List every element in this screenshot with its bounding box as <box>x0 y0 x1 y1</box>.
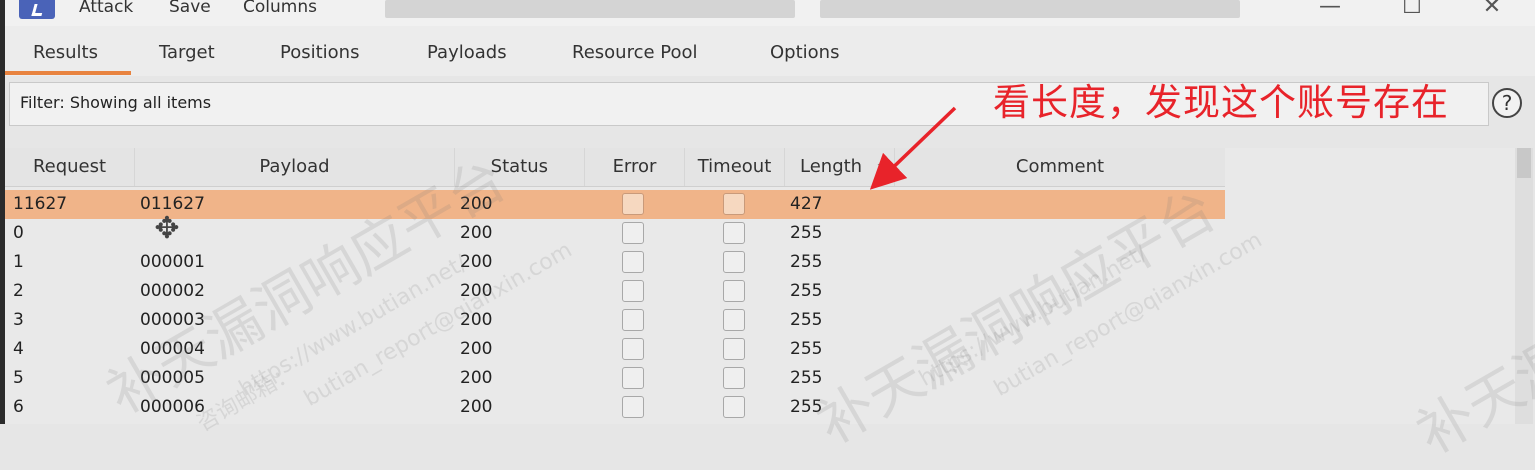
timeout-checkbox <box>723 396 745 418</box>
cell-length: 255 <box>790 397 823 417</box>
burp-app-icon <box>19 0 55 19</box>
error-checkbox <box>622 396 644 418</box>
move-cursor-icon: ✥ <box>154 211 180 246</box>
error-checkbox <box>622 193 644 215</box>
red-annotation-arrow <box>869 106 957 190</box>
cell-status: 200 <box>460 368 493 388</box>
cell-payload: 000002 <box>140 281 205 301</box>
error-checkbox <box>622 338 644 360</box>
blurred-title-area-2 <box>820 0 1240 18</box>
cell-request: 2 <box>13 281 24 301</box>
timeout-checkbox <box>723 338 745 360</box>
cell-request: 1 <box>13 252 24 272</box>
tab-payloads[interactable]: Payloads <box>427 42 507 63</box>
timeout-checkbox <box>723 309 745 331</box>
column-header-error[interactable]: Error <box>585 148 685 186</box>
error-checkbox <box>622 280 644 302</box>
table-row[interactable]: 1 000001 200 255 <box>5 248 1225 277</box>
timeout-checkbox <box>723 251 745 273</box>
vertical-scrollbar[interactable] <box>1515 148 1533 424</box>
results-table: Request Payload Status Error Timeout Len… <box>5 148 1517 424</box>
filter-label: Filter: Showing all items <box>20 93 212 112</box>
tab-bar: Results Target Positions Payloads Resour… <box>5 26 1535 76</box>
cell-status: 200 <box>460 281 493 301</box>
cell-length: 427 <box>790 194 823 214</box>
timeout-checkbox <box>723 193 745 215</box>
timeout-checkbox <box>723 280 745 302</box>
cell-request: 3 <box>13 310 24 330</box>
timeout-checkbox <box>723 367 745 389</box>
error-checkbox <box>622 251 644 273</box>
cell-length: 255 <box>790 252 823 272</box>
error-checkbox <box>622 309 644 331</box>
cell-status: 200 <box>460 339 493 359</box>
table-row[interactable]: 5 000005 200 255 <box>5 364 1225 393</box>
cell-payload: 000001 <box>140 252 205 272</box>
tab-options[interactable]: Options <box>770 42 839 63</box>
table-row[interactable]: 3 000003 200 255 <box>5 306 1225 335</box>
cell-payload: 000003 <box>140 310 205 330</box>
red-annotation-text: 看长度，发现这个账号存在 <box>993 81 1449 124</box>
blurred-title-area <box>385 0 795 18</box>
help-icon[interactable]: ? <box>1492 88 1522 118</box>
table-row[interactable]: 11627 011627 200 427 <box>5 190 1225 219</box>
column-header-timeout[interactable]: Timeout <box>685 148 785 186</box>
cell-payload: 000004 <box>140 339 205 359</box>
cell-request: 0 <box>13 223 24 243</box>
cell-length: 255 <box>790 368 823 388</box>
menu-save[interactable]: Save <box>169 0 211 17</box>
maximize-button[interactable]: ☐ <box>1392 0 1432 20</box>
cell-request: 4 <box>13 339 24 359</box>
cell-status: 200 <box>460 223 493 243</box>
active-tab-indicator <box>5 71 131 75</box>
cell-length: 255 <box>790 281 823 301</box>
table-header: Request Payload Status Error Timeout Len… <box>5 148 1225 187</box>
menu-attack[interactable]: Attack <box>79 0 133 17</box>
cell-length: 255 <box>790 339 823 359</box>
table-row[interactable]: 2 000002 200 255 <box>5 277 1225 306</box>
table-row[interactable]: 4 000004 200 255 <box>5 335 1225 364</box>
cell-status: 200 <box>460 397 493 417</box>
tab-results[interactable]: Results <box>33 42 98 63</box>
tab-resource-pool[interactable]: Resource Pool <box>572 42 698 63</box>
table-row[interactable]: 0 200 255 <box>5 219 1225 248</box>
cell-length: 255 <box>790 223 823 243</box>
tab-positions[interactable]: Positions <box>280 42 359 63</box>
cell-status: 200 <box>460 252 493 272</box>
timeout-checkbox <box>723 222 745 244</box>
scrollbar-thumb[interactable] <box>1517 148 1531 178</box>
error-checkbox <box>622 367 644 389</box>
minimize-button[interactable]: — <box>1310 0 1350 20</box>
cell-length: 255 <box>790 310 823 330</box>
cell-payload: 000005 <box>140 368 205 388</box>
close-button[interactable]: ✕ <box>1472 0 1512 20</box>
cell-status: 200 <box>460 310 493 330</box>
column-header-payload[interactable]: Payload <box>135 148 455 186</box>
column-header-request[interactable]: Request <box>5 148 135 186</box>
menu-columns[interactable]: Columns <box>243 0 317 17</box>
title-bar: Attack Save Columns — ☐ ✕ <box>5 0 1535 26</box>
cell-request: 11627 <box>13 194 68 214</box>
cell-payload: 000006 <box>140 397 205 417</box>
cell-status: 200 <box>460 194 493 214</box>
tab-target[interactable]: Target <box>159 42 215 63</box>
cell-request: 6 <box>13 397 24 417</box>
table-row[interactable]: 6 000006 200 255 <box>5 393 1225 422</box>
error-checkbox <box>622 222 644 244</box>
cell-request: 5 <box>13 368 24 388</box>
column-header-status[interactable]: Status <box>455 148 585 186</box>
